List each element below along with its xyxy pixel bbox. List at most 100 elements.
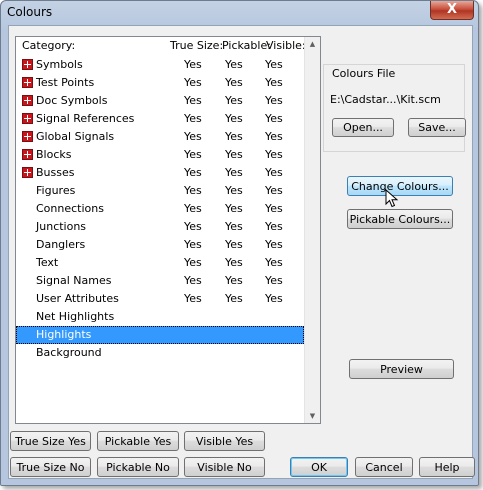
- list-item[interactable]: Figures Yes Yes Yes: [16, 182, 304, 200]
- visible-value: Yes: [265, 238, 283, 251]
- plus-box-icon[interactable]: [22, 59, 33, 70]
- close-icon: X: [446, 2, 458, 17]
- true-size-value: Yes: [184, 256, 202, 269]
- pickable-value: Yes: [225, 58, 243, 71]
- list-item[interactable]: Signal Names Yes Yes Yes: [16, 272, 304, 290]
- visible-value: Yes: [265, 94, 283, 107]
- category-name: User Attributes: [36, 292, 119, 305]
- list-item[interactable]: Junctions Yes Yes Yes: [16, 218, 304, 236]
- help-button[interactable]: Help: [419, 457, 475, 477]
- category-name: Background: [36, 346, 102, 359]
- change-colours-button[interactable]: Change Colours...: [347, 176, 453, 196]
- category-name: Danglers: [36, 238, 86, 251]
- true-size-value: Yes: [184, 202, 202, 215]
- plus-box-icon[interactable]: [22, 77, 33, 88]
- category-list[interactable]: Category: True Size: Pickable: Visible: …: [15, 36, 321, 424]
- mouse-pointer-icon: [385, 189, 399, 208]
- true-size-no-button[interactable]: True Size No: [10, 457, 91, 477]
- category-name: Net Highlights: [36, 310, 115, 323]
- scroll-up-icon[interactable]: ▲: [305, 37, 320, 51]
- visible-value: Yes: [265, 76, 283, 89]
- visible-no-button[interactable]: Visible No: [184, 457, 265, 477]
- list-item[interactable]: User Attributes Yes Yes Yes: [16, 290, 304, 308]
- pickable-value: Yes: [225, 130, 243, 143]
- visible-value: Yes: [265, 58, 283, 71]
- open-button[interactable]: Open...: [332, 118, 394, 137]
- pickable-colours-button[interactable]: Pickable Colours...: [347, 209, 453, 229]
- list-item[interactable]: Doc Symbols Yes Yes Yes: [16, 92, 304, 110]
- pickable-value: Yes: [225, 238, 243, 251]
- dialog-client-area: Category: True Size: Pickable: Visible: …: [8, 25, 475, 479]
- plus-box-icon[interactable]: [22, 131, 33, 142]
- category-name: Junctions: [36, 220, 87, 233]
- true-size-value: Yes: [184, 184, 202, 197]
- list-item[interactable]: Highlights: [16, 326, 304, 344]
- visible-value: Yes: [265, 292, 283, 305]
- preview-button[interactable]: Preview: [349, 359, 454, 379]
- true-size-value: Yes: [184, 274, 202, 287]
- true-size-value: Yes: [184, 112, 202, 125]
- category-name: Global Signals: [36, 130, 115, 143]
- window-title: Colours: [7, 5, 53, 19]
- visible-value: Yes: [265, 112, 283, 125]
- category-name: Highlights: [36, 328, 92, 341]
- pickable-no-button[interactable]: Pickable No: [97, 457, 179, 477]
- true-size-value: Yes: [184, 292, 202, 305]
- visible-value: Yes: [265, 256, 283, 269]
- visible-header: Visible:: [266, 39, 306, 52]
- true-size-value: Yes: [184, 238, 202, 251]
- pickable-value: Yes: [225, 274, 243, 287]
- visible-value: Yes: [265, 274, 283, 287]
- colours-file-group: Colours File E:\Cadstar...\Kit.scm Open.…: [323, 64, 466, 152]
- plus-box-icon[interactable]: [22, 149, 33, 160]
- pickable-value: Yes: [225, 220, 243, 233]
- cancel-button[interactable]: Cancel: [355, 457, 413, 477]
- list-rows: Symbols Yes Yes Yes Test Points Yes Yes Yes Doc …: [16, 56, 304, 362]
- list-item[interactable]: Global Signals Yes Yes Yes: [16, 128, 304, 146]
- category-name: Blocks: [36, 148, 72, 161]
- colours-file-path: E:\Cadstar...\Kit.scm: [330, 93, 441, 106]
- list-item[interactable]: Background: [16, 344, 304, 362]
- category-header: Category:: [22, 39, 76, 52]
- scroll-down-icon[interactable]: ▼: [305, 409, 320, 423]
- pickable-value: Yes: [225, 292, 243, 305]
- list-item[interactable]: Danglers Yes Yes Yes: [16, 236, 304, 254]
- list-item[interactable]: Symbols Yes Yes Yes: [16, 56, 304, 74]
- true-size-value: Yes: [184, 130, 202, 143]
- visible-yes-button[interactable]: Visible Yes: [184, 431, 265, 451]
- ok-button[interactable]: OK: [290, 457, 348, 477]
- close-button[interactable]: X: [430, 1, 474, 20]
- plus-box-icon[interactable]: [22, 167, 33, 178]
- pickable-value: Yes: [225, 112, 243, 125]
- pickable-yes-button[interactable]: Pickable Yes: [97, 431, 179, 451]
- category-name: Doc Symbols: [36, 94, 108, 107]
- true-size-value: Yes: [184, 166, 202, 179]
- plus-box-icon[interactable]: [22, 113, 33, 124]
- list-item[interactable]: Text Yes Yes Yes: [16, 254, 304, 272]
- pickable-value: Yes: [225, 76, 243, 89]
- plus-box-icon[interactable]: [22, 95, 33, 106]
- true-size-value: Yes: [184, 220, 202, 233]
- list-item[interactable]: Net Highlights: [16, 308, 304, 326]
- visible-value: Yes: [265, 130, 283, 143]
- category-name: Busses: [36, 166, 75, 179]
- category-name: Signal References: [36, 112, 135, 125]
- pickable-value: Yes: [225, 94, 243, 107]
- list-item[interactable]: Connections Yes Yes Yes: [16, 200, 304, 218]
- title-bar: Colours X: [1, 1, 478, 25]
- vertical-scrollbar[interactable]: ▲ ▼: [304, 37, 320, 423]
- save-button[interactable]: Save...: [408, 118, 466, 137]
- category-name: Symbols: [36, 58, 83, 71]
- list-item[interactable]: Test Points Yes Yes Yes: [16, 74, 304, 92]
- list-header: Category: True Size: Pickable: Visible:: [16, 37, 306, 53]
- colours-file-label: Colours File: [332, 67, 396, 80]
- list-item[interactable]: Blocks Yes Yes Yes: [16, 146, 304, 164]
- list-item[interactable]: Busses Yes Yes Yes: [16, 164, 304, 182]
- true-size-yes-button[interactable]: True Size Yes: [10, 431, 91, 451]
- category-name: Test Points: [36, 76, 95, 89]
- pickable-value: Yes: [225, 184, 243, 197]
- visible-value: Yes: [265, 184, 283, 197]
- list-item[interactable]: Signal References Yes Yes Yes: [16, 110, 304, 128]
- pickable-value: Yes: [225, 148, 243, 161]
- category-name: Signal Names: [36, 274, 112, 287]
